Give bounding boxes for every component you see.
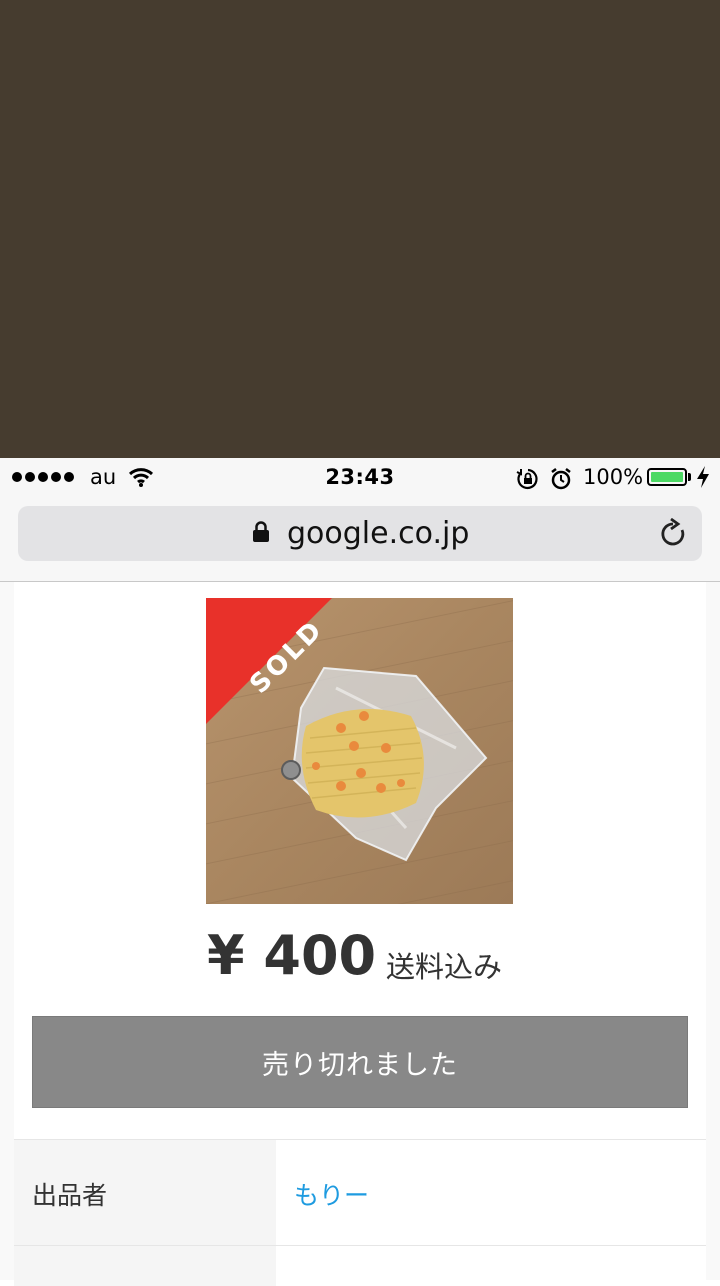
page-content: SOLD ¥ 400 送料込み 売り切れました 出品者 もりー — [0, 582, 720, 1286]
battery-percentage: 100% — [583, 465, 644, 489]
address-bar[interactable]: google.co.jp — [18, 506, 702, 561]
battery-icon — [647, 468, 687, 486]
shipping-note: 送料込み — [386, 950, 503, 984]
next-label-cell — [14, 1246, 276, 1286]
dark-overlay-area — [0, 0, 720, 458]
battery-cap — [688, 473, 691, 481]
status-bar: au 23:43 100% — [0, 458, 720, 498]
battery-level-fill — [651, 472, 683, 482]
seller-link[interactable]: もりー — [294, 1176, 369, 1212]
table-row: 出品者 もりー — [14, 1140, 706, 1246]
price-row: ¥ 400 送料込み — [14, 924, 706, 994]
charging-bolt-icon — [696, 465, 710, 494]
browser-toolbar: google.co.jp — [0, 498, 720, 582]
seller-label-cell: 出品者 — [14, 1140, 276, 1245]
sold-out-button[interactable]: 売り切れました — [32, 1016, 688, 1108]
product-photo[interactable]: SOLD — [206, 598, 513, 904]
orientation-lock-icon — [516, 467, 540, 496]
reload-icon[interactable] — [658, 517, 688, 554]
price: ¥ 400 — [207, 924, 377, 987]
lock-icon — [252, 521, 270, 547]
alarm-icon — [550, 467, 572, 496]
url-text[interactable]: google.co.jp — [287, 516, 469, 551]
details-table: 出品者 もりー — [14, 1139, 706, 1286]
listing-card: SOLD ¥ 400 送料込み 売り切れました 出品者 もりー — [14, 582, 706, 1286]
table-row — [14, 1246, 706, 1286]
seller-label: 出品者 — [32, 1181, 108, 1210]
